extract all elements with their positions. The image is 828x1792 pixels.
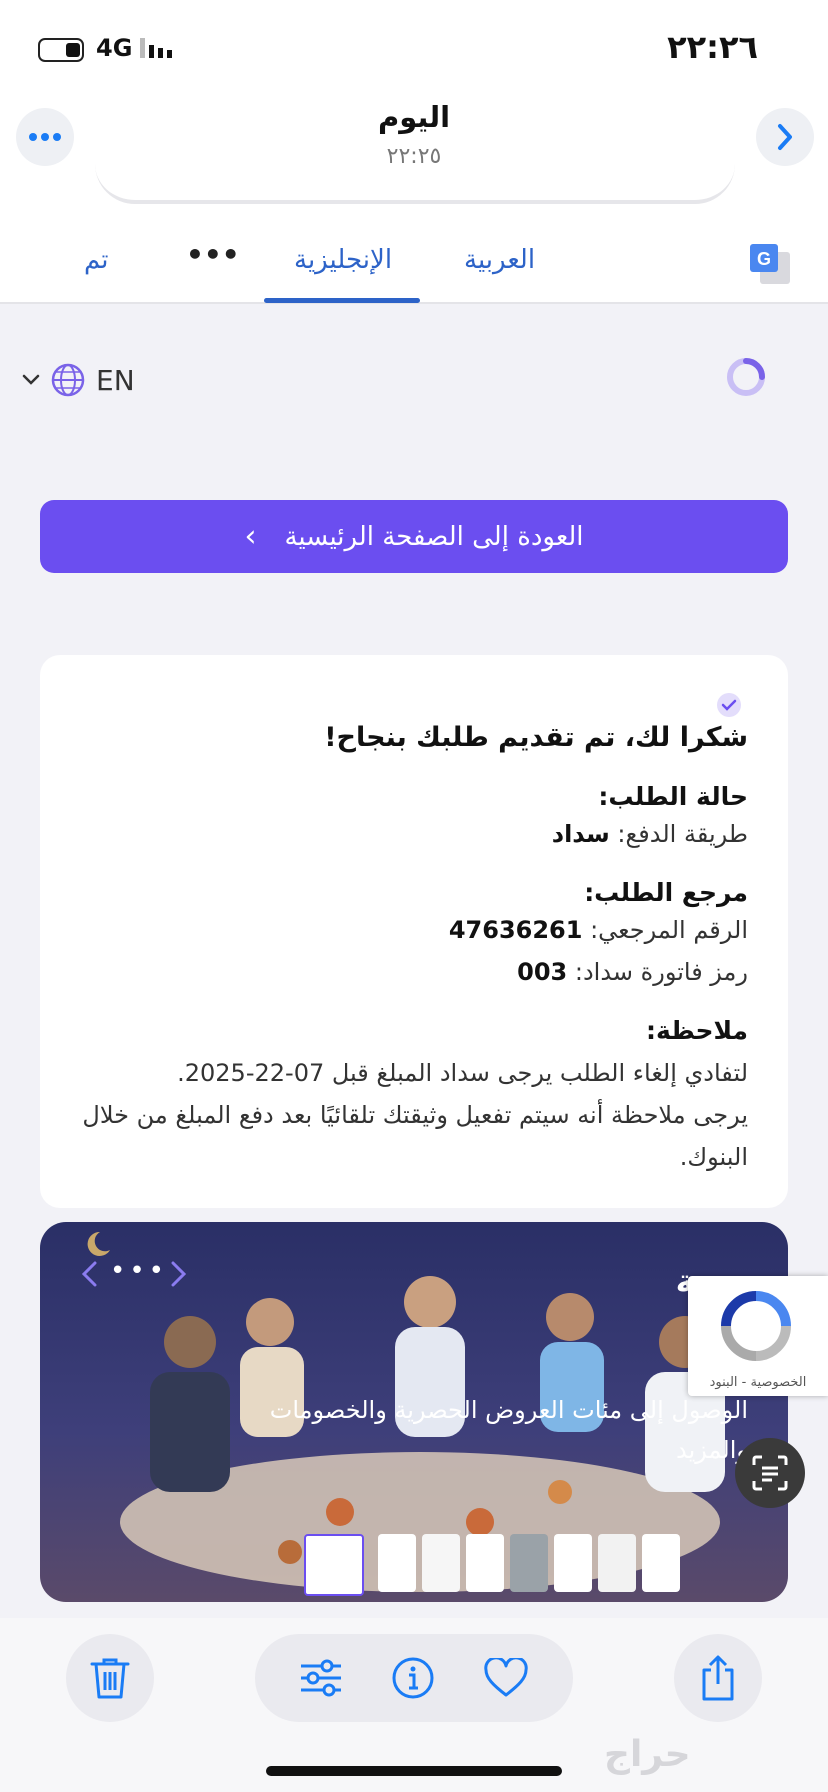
recaptcha-icon	[721, 1291, 791, 1361]
note-body: لتفادي إلغاء الطلب يرجى سداد المبلغ قبل …	[68, 1052, 748, 1178]
home-indicator	[266, 1766, 562, 1776]
banner-text-line-2: والمزيد	[676, 1436, 748, 1464]
tab-arabic[interactable]: العربية	[464, 245, 535, 275]
tab-english[interactable]: الإنجليزية	[294, 245, 392, 275]
thumbnail[interactable]	[422, 1534, 460, 1592]
thumbnail[interactable]	[466, 1534, 504, 1592]
carousel-dots: •••	[110, 1256, 169, 1286]
share-button[interactable]	[674, 1634, 762, 1722]
language-selector[interactable]: EN	[22, 362, 135, 398]
active-tab-indicator	[264, 298, 420, 303]
reference-number-label: الرقم المرجعي:	[590, 916, 748, 944]
chevron-down-icon	[22, 374, 40, 385]
watermark: حراج	[604, 1734, 691, 1775]
adjust-icon[interactable]	[299, 1658, 343, 1698]
thumbnail[interactable]	[642, 1534, 680, 1592]
share-icon	[702, 1655, 734, 1701]
thumbnail-active[interactable]	[304, 1534, 364, 1596]
check-badge-icon	[717, 693, 741, 717]
thumbnail[interactable]	[378, 1534, 416, 1592]
sadad-code-label: رمز فاتورة سداد:	[574, 958, 748, 986]
payment-method-row: طريقة الدفع: سداد	[552, 820, 748, 848]
carousel-next-icon[interactable]	[168, 1260, 188, 1288]
reference-number-row: الرقم المرجعي: 47636261	[449, 916, 748, 944]
network-label: 4G	[96, 34, 133, 62]
battery-icon	[38, 38, 84, 62]
thumbnail-strip[interactable]	[378, 1534, 680, 1592]
header-title: اليوم	[377, 100, 451, 134]
thumbnail[interactable]	[598, 1534, 636, 1592]
promo-banner[interactable]: ••• ونية الوصول إلى مئات العروض الحصرية …	[40, 1222, 788, 1602]
payment-method-value: سداد	[551, 820, 610, 848]
banner-text-line-1: الوصول إلى مئات العروض الحصرية والخصومات	[269, 1396, 748, 1424]
confirmation-title: شكرا لك، تم تقديم طلبك بنجاح!	[324, 722, 748, 753]
sadad-code-row: رمز فاتورة سداد: 003	[517, 958, 748, 986]
chevron-left-icon: ‹	[244, 519, 257, 554]
status-time: ٢٢:٢٦	[667, 28, 758, 66]
back-to-home-label: العودة إلى الصفحة الرئيسية	[284, 521, 584, 552]
header-subtitle: ٢٢:٢٥	[386, 144, 442, 169]
live-text-button[interactable]	[735, 1438, 805, 1508]
trash-icon	[90, 1658, 130, 1699]
translate-tab-bar	[0, 228, 828, 304]
language-code: EN	[96, 363, 135, 397]
carousel-prev-icon[interactable]	[80, 1260, 100, 1288]
thumbnail[interactable]	[510, 1534, 548, 1592]
note-line-activation: يرجى ملاحظة أنه سيتم تفعيل وثيقتك تلقائي…	[82, 1101, 748, 1171]
sadad-code-value: 003	[517, 958, 568, 986]
svg-text:G: G	[757, 249, 771, 269]
thumbnail[interactable]	[554, 1534, 592, 1592]
banner-text: الوصول إلى مئات العروض الحصرية والخصومات…	[108, 1390, 748, 1470]
globe-icon	[51, 363, 85, 397]
signal-icon	[140, 38, 172, 58]
delete-button[interactable]	[66, 1634, 154, 1722]
payment-method-label: طريقة الدفع:	[617, 820, 748, 848]
reference-number-value: 47636261	[448, 916, 583, 944]
photo-actions-group	[255, 1634, 573, 1722]
scan-text-icon	[752, 1455, 788, 1491]
back-to-home-button[interactable]: ‹ العودة إلى الصفحة الرئيسية	[40, 500, 788, 573]
tab-done[interactable]: تم	[84, 245, 109, 275]
note-line-deadline: لتفادي إلغاء الطلب يرجى سداد المبلغ قبل …	[177, 1059, 748, 1087]
note-heading: ملاحظة:	[646, 1016, 748, 1045]
tab-more[interactable]: •••	[186, 238, 240, 271]
order-reference-heading: مرجع الطلب:	[584, 878, 748, 907]
order-status-heading: حالة الطلب:	[598, 782, 748, 811]
translate-icon[interactable]: G	[748, 242, 794, 288]
heart-icon[interactable]	[483, 1658, 529, 1698]
info-icon[interactable]	[391, 1656, 435, 1700]
recaptcha-badge[interactable]: الخصوصية - البنود	[688, 1276, 828, 1396]
recaptcha-links[interactable]: الخصوصية - البنود	[688, 1375, 828, 1390]
loader-icon	[727, 358, 765, 396]
